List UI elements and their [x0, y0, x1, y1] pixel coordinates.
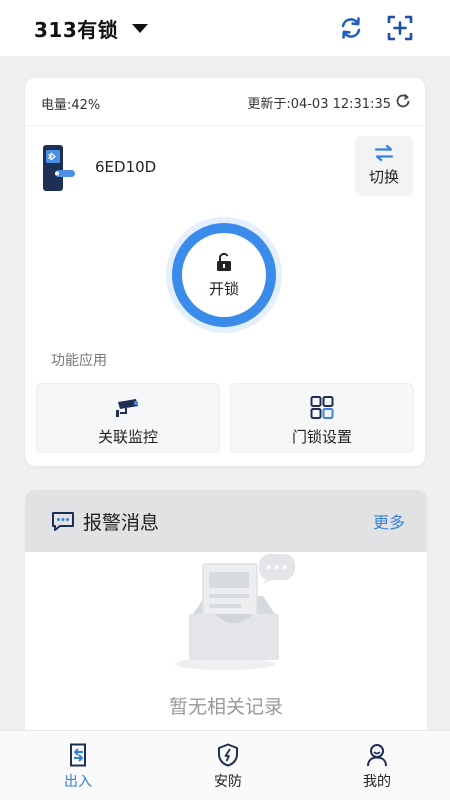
switch-device-button[interactable]: 切换	[355, 136, 413, 196]
lock-status-bar: 电量:42% 更新于:04-03 12:31:35	[25, 78, 425, 126]
unlock-button[interactable]: 开锁	[166, 217, 282, 333]
lock-settings-tile[interactable]: 门锁设置	[230, 383, 414, 453]
nav-security[interactable]: 安防	[188, 731, 268, 800]
user-icon	[367, 744, 387, 767]
unlock-label: 开锁	[208, 279, 239, 298]
message-icon	[52, 512, 74, 531]
alarm-title: 报警消息	[83, 512, 160, 534]
lock-card: 电量:42% 更新于:04-03 12:31:35 6ED10D 切换 开锁 功…	[25, 78, 425, 466]
caret-down-icon	[132, 24, 149, 33]
nav-access[interactable]: 出入	[38, 731, 118, 800]
function-section-title: 功能应用	[51, 353, 107, 369]
bottom-nav: 出入 安防 我的	[0, 730, 450, 800]
refresh-status-icon[interactable]	[395, 93, 411, 109]
lock-icon	[217, 252, 231, 271]
unlock-ring: 开锁	[172, 223, 276, 327]
scan-add-icon[interactable]	[386, 14, 414, 42]
shield-icon	[218, 743, 238, 767]
grid-icon	[310, 396, 334, 419]
updated-time: 更新于:04-03 12:31:35	[247, 97, 391, 112]
empty-state-text: 暂无相关记录	[168, 696, 283, 718]
battery-level: 电量:42%	[41, 98, 101, 113]
lock-settings-label: 门锁设置	[291, 428, 352, 446]
swap-icon	[374, 144, 394, 162]
camera-icon	[116, 399, 139, 417]
phone-bluetooth-icon	[43, 145, 75, 191]
unlock-inner: 开锁	[182, 233, 266, 317]
refresh-icon[interactable]	[337, 14, 365, 42]
device-name: 6ED10D	[95, 158, 157, 176]
alarm-header: 报警消息 更多	[25, 490, 427, 552]
more-link[interactable]: 更多	[373, 509, 405, 533]
linked-monitor-label: 关联监控	[97, 428, 158, 446]
nav-access-label: 出入	[64, 774, 92, 790]
home-selector[interactable]: 313有锁	[34, 14, 149, 43]
app-header: 313有锁	[0, 0, 450, 56]
empty-inbox-icon	[175, 554, 295, 670]
nav-profile-label: 我的	[363, 774, 391, 790]
nav-profile[interactable]: 我的	[337, 731, 417, 800]
door-icon	[70, 743, 86, 767]
nav-security-label: 安防	[214, 774, 242, 790]
switch-label: 切换	[368, 168, 399, 186]
home-title: 313有锁	[34, 18, 119, 42]
alarm-card: 报警消息 更多 暂无相关记录	[25, 490, 427, 730]
linked-monitor-tile[interactable]: 关联监控	[36, 383, 220, 453]
